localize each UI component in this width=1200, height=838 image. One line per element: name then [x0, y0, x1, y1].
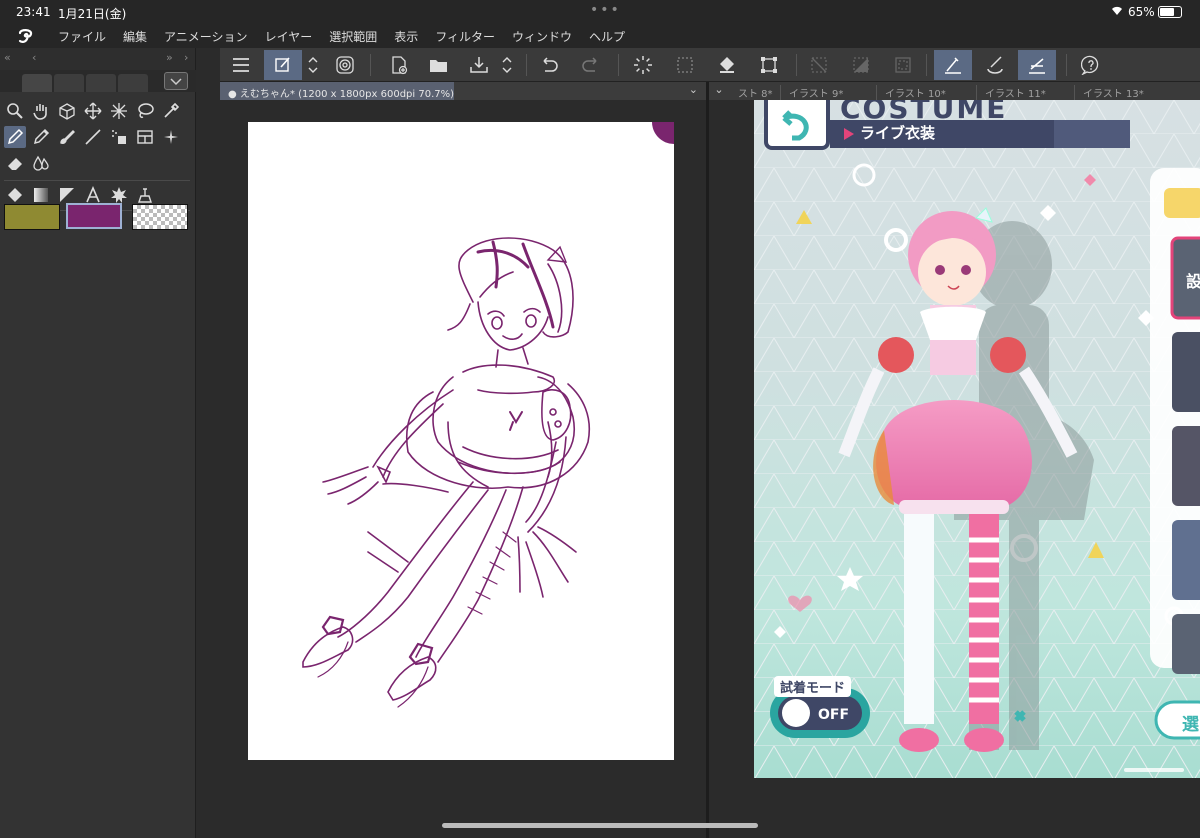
menu-view[interactable]: 表示 — [394, 28, 418, 45]
menu-selection[interactable]: 選択範囲 — [329, 28, 377, 45]
line-tool-icon[interactable] — [82, 126, 104, 148]
spiral-icon[interactable] — [330, 50, 360, 80]
eyedropper-tool-icon[interactable] — [160, 100, 182, 122]
reference-area: COSTUME ライブ衣装 設 試着モード OFF 選 — [709, 100, 1200, 838]
trial-mode-toggle[interactable]: OFF — [818, 707, 849, 723]
fill-tool-icon[interactable] — [4, 184, 26, 206]
tool-panel: « ‹ » › — [0, 48, 196, 838]
canvas-area — [220, 100, 706, 838]
frame-tool-icon[interactable] — [134, 126, 156, 148]
gradient-tool-icon[interactable] — [30, 184, 52, 206]
new-file-icon[interactable] — [384, 50, 414, 80]
battery-percent: 65% — [1128, 5, 1155, 19]
deselect-icon[interactable] — [804, 50, 834, 80]
menu-layer[interactable]: レイヤー — [265, 28, 313, 45]
chevron-down-icon[interactable]: ⌄ — [689, 83, 698, 96]
pen-tool-icon[interactable] — [4, 126, 26, 148]
redo-icon[interactable] — [576, 50, 606, 80]
brush-tabs — [0, 70, 196, 92]
sub-color-swatch[interactable] — [66, 203, 122, 229]
up-down-icon-2[interactable] — [496, 50, 518, 80]
home-indicator[interactable] — [442, 823, 758, 828]
tab-pen[interactable] — [22, 74, 52, 92]
tab-brush[interactable] — [86, 74, 116, 92]
brush-tool-icon[interactable] — [56, 126, 78, 148]
command-bar — [220, 48, 1200, 82]
invert-selection-icon[interactable] — [846, 50, 876, 80]
tab-illust-8[interactable]: スト 8* — [730, 85, 773, 100]
wifi-icon — [1110, 4, 1124, 19]
help-icon[interactable] — [1076, 50, 1106, 80]
status-time: 23:41 — [16, 5, 51, 19]
document-tab-label: えむちゃん* (1200 x 1800px 600dpi 70.7%) — [239, 89, 455, 100]
chevron-down-icon-2[interactable]: ⌄ — [708, 83, 730, 96]
menu-animation[interactable]: アニメーション — [164, 28, 248, 45]
loading-icon[interactable] — [628, 50, 658, 80]
panel-gutter — [196, 82, 220, 838]
menu-help[interactable]: ヘルプ — [589, 28, 625, 45]
side-item-label[interactable]: 設 — [1186, 268, 1200, 292]
menu-filter[interactable]: フィルター — [435, 28, 495, 45]
menu-icon[interactable] — [226, 50, 256, 80]
sketch-drawing — [302, 122, 674, 708]
tab-illust-13[interactable]: イラスト 13* — [1074, 85, 1144, 100]
zoom-tool-icon[interactable] — [4, 100, 26, 122]
object-tool-icon[interactable] — [56, 100, 78, 122]
correct-line-tool-icon[interactable] — [134, 184, 156, 206]
document-tab-bar: ● えむちゃん* (1200 x 1800px 600dpi 70.7%) ⌄ — [220, 82, 706, 100]
drawing-canvas[interactable] — [248, 122, 674, 760]
fill-bucket-icon[interactable] — [712, 50, 742, 80]
tab-pencil[interactable] — [54, 74, 84, 92]
collapse-left-icon[interactable]: « — [4, 51, 11, 64]
hand-tool-icon[interactable] — [30, 100, 52, 122]
blend-tool-icon[interactable] — [30, 152, 52, 174]
multitask-dots-icon[interactable]: ••• — [590, 2, 621, 18]
menu-file[interactable]: ファイル — [58, 28, 106, 45]
reference-image[interactable]: COSTUME ライブ衣装 設 試着モード OFF 選 — [754, 100, 1200, 778]
menu-bar: ファイル 編集 アニメーション レイヤー 選択範囲 表示 フィルター ウィンドウ… — [0, 24, 1200, 48]
tab-menu-button[interactable] — [164, 72, 188, 90]
chevron-right-icon[interactable]: › — [184, 51, 188, 64]
spray-tool-icon[interactable] — [108, 126, 130, 148]
main-color-swatch[interactable] — [4, 204, 60, 230]
panel-header: « ‹ » › — [0, 48, 195, 70]
move-tool-icon[interactable] — [82, 100, 104, 122]
costume-subtitle: ライブ衣装 — [860, 124, 936, 142]
menu-window[interactable]: ウィンドウ — [512, 28, 572, 45]
sparkle-tool-icon[interactable] — [160, 126, 182, 148]
select-all-icon[interactable] — [670, 50, 700, 80]
app-logo-icon[interactable] — [16, 27, 36, 45]
battery-icon — [1158, 6, 1182, 18]
eraser-tool-icon[interactable] — [4, 152, 26, 174]
undo-icon[interactable] — [534, 50, 564, 80]
status-bar: 23:41 1月21日(金) ••• 65% — [0, 0, 1200, 24]
chevron-left-icon[interactable]: ‹ — [32, 51, 36, 64]
tab-airbrush[interactable] — [118, 74, 148, 92]
menu-edit[interactable]: 編集 — [123, 28, 147, 45]
tool-divider — [4, 180, 190, 181]
transparent-color-swatch[interactable] — [132, 204, 188, 230]
open-folder-icon[interactable] — [424, 50, 454, 80]
save-icon[interactable] — [464, 50, 494, 80]
pencil-tool-icon[interactable] — [30, 126, 52, 148]
tab-illust-9[interactable]: イラスト 9* — [780, 85, 843, 100]
transform-icon[interactable] — [754, 50, 784, 80]
up-down-icon[interactable] — [302, 50, 324, 80]
perspective-snap-button[interactable] — [1018, 50, 1056, 80]
secondary-tab-bar: ⌄ スト 8* イラスト 9* イラスト 10* イラスト 11* イラスト 1… — [708, 82, 1200, 100]
brush-snap-icon[interactable] — [980, 50, 1010, 80]
auto-select-tool-icon[interactable] — [108, 100, 130, 122]
tab-dot-icon: ● — [228, 89, 240, 100]
status-date: 1月21日(金) — [58, 7, 127, 21]
collapse-right-icon[interactable]: » — [166, 51, 173, 64]
selection-icon[interactable] — [888, 50, 918, 80]
lasso-tool-icon[interactable] — [134, 100, 156, 122]
tab-illust-11[interactable]: イラスト 11* — [976, 85, 1046, 100]
select-button-label[interactable]: 選 — [1182, 710, 1199, 735]
trial-mode-label: 試着モード — [774, 676, 852, 697]
tab-illust-10[interactable]: イラスト 10* — [876, 85, 946, 100]
layer-select-button[interactable] — [264, 50, 302, 80]
ruler-snap-button[interactable] — [934, 50, 972, 80]
document-tab[interactable]: ● えむちゃん* (1200 x 1800px 600dpi 70.7%) — [220, 82, 454, 100]
